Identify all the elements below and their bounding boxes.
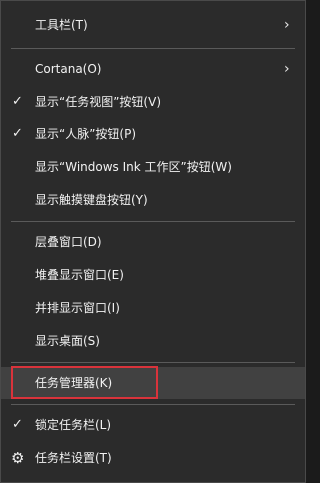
menu-item-show-people-button[interactable]: ✓ 显示“人脉”按钮(P) (1, 118, 305, 150)
menu-item-label: 堆叠显示窗口(E) (35, 268, 124, 282)
menu-item-cortana[interactable]: Cortana(O) › (1, 53, 305, 85)
menu-item-label: 显示“任务视图”按钮(V) (35, 95, 162, 109)
gear-icon: ⚙ (11, 449, 25, 467)
menu-item-show-desktop[interactable]: 显示桌面(S) (1, 325, 305, 357)
menu-item-label: 显示“Windows Ink 工作区”按钮(W) (35, 160, 232, 174)
chevron-right-icon: › (284, 17, 290, 33)
menu-separator (11, 221, 295, 222)
menu-item-lock-taskbar[interactable]: ✓ 锁定任务栏(L) (1, 409, 305, 441)
checkmark-icon: ✓ (12, 417, 23, 432)
menu-item-label: 任务栏设置(T) (35, 451, 112, 465)
menu-item-label: 显示桌面(S) (35, 334, 100, 348)
menu-item-label: 并排显示窗口(I) (35, 301, 120, 315)
menu-item-label: 锁定任务栏(L) (35, 418, 112, 432)
menu-item-taskbar-settings[interactable]: ⚙ 任务栏设置(T) (1, 442, 305, 474)
menu-item-toolbars[interactable]: 工具栏(T) › (1, 9, 305, 41)
menu-item-side-by-side-windows[interactable]: 并排显示窗口(I) (1, 292, 305, 324)
menu-separator (11, 362, 295, 363)
taskbar-context-menu: 工具栏(T) › Cortana(O) › ✓ 显示“任务视图”按钮(V) ✓ … (0, 0, 306, 483)
menu-item-show-windows-ink-button[interactable]: 显示“Windows Ink 工作区”按钮(W) (1, 151, 305, 183)
checkmark-icon: ✓ (12, 126, 23, 141)
menu-separator (11, 48, 295, 49)
menu-item-stack-windows[interactable]: 堆叠显示窗口(E) (1, 259, 305, 291)
menu-item-cascade-windows[interactable]: 层叠窗口(D) (1, 226, 305, 258)
menu-item-label: 显示“人脉”按钮(P) (35, 127, 137, 141)
menu-item-label: 工具栏(T) (35, 18, 88, 32)
menu-item-show-task-view-button[interactable]: ✓ 显示“任务视图”按钮(V) (1, 86, 305, 118)
menu-item-label: 层叠窗口(D) (35, 235, 102, 249)
menu-item-label: 显示触摸键盘按钮(Y) (35, 193, 148, 207)
menu-separator (11, 404, 295, 405)
chevron-right-icon: › (284, 61, 290, 77)
checkmark-icon: ✓ (12, 94, 23, 109)
menu-item-label: Cortana(O) (35, 62, 102, 76)
highlight-annotation-box (11, 366, 158, 399)
menu-item-show-touch-keyboard-button[interactable]: 显示触摸键盘按钮(Y) (1, 184, 305, 216)
